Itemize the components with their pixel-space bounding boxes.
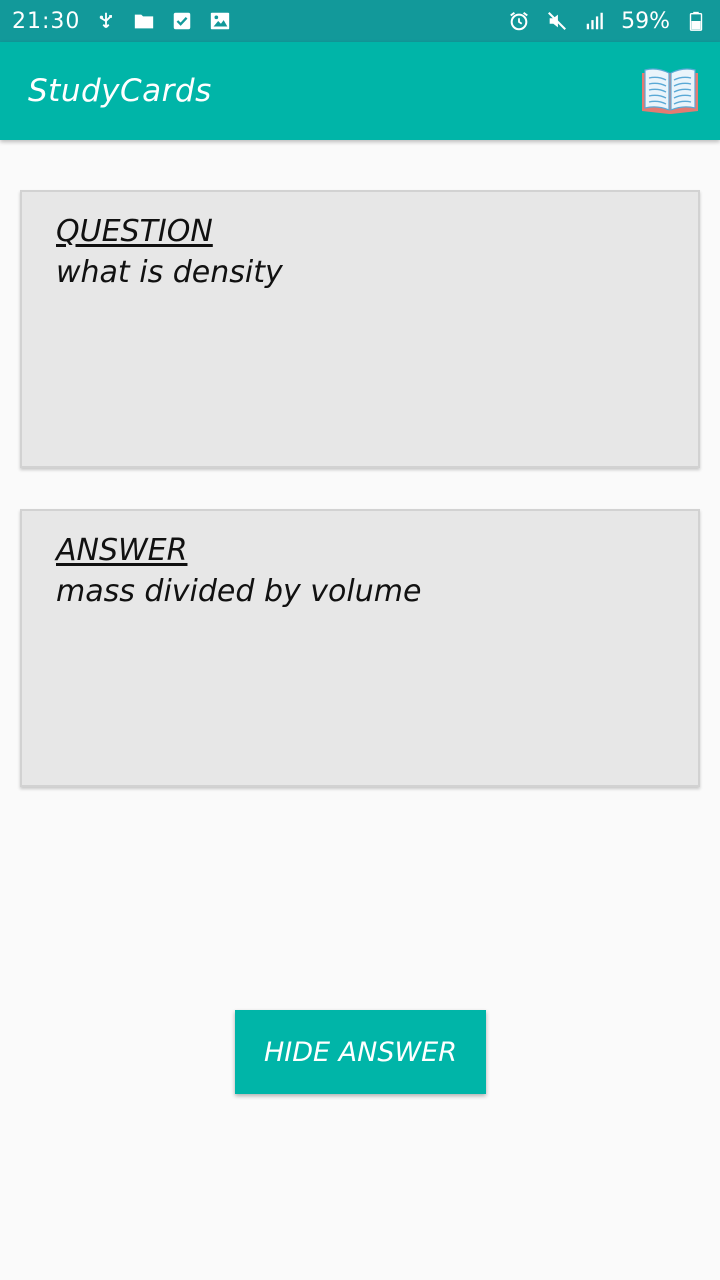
battery-percent: 59% xyxy=(621,8,670,34)
question-heading: QUESTION xyxy=(56,214,213,249)
checkbox-icon xyxy=(170,9,194,33)
alarm-icon xyxy=(507,9,531,33)
hide-answer-button[interactable]: HIDE ANSWER xyxy=(235,1010,486,1094)
mute-icon xyxy=(545,9,569,33)
app-bar: StudyCards xyxy=(0,42,720,140)
answer-heading: ANSWER xyxy=(56,533,188,568)
status-right: 59% xyxy=(507,9,708,34)
battery-icon xyxy=(684,9,708,33)
status-time: 21:30 xyxy=(12,8,81,34)
app-title: StudyCards xyxy=(28,73,212,109)
image-icon xyxy=(208,9,232,33)
question-card: QUESTION what is density xyxy=(20,190,700,468)
book-icon[interactable] xyxy=(640,65,700,117)
question-text: what is density xyxy=(56,255,283,290)
answer-card: ANSWER mass divided by volume xyxy=(20,509,700,787)
folder-icon xyxy=(132,9,156,33)
usb-icon xyxy=(94,9,118,33)
answer-text: mass divided by volume xyxy=(56,574,422,609)
signal-icon xyxy=(583,9,607,33)
status-left: 21:30 xyxy=(12,9,232,34)
status-bar: 21:30 59% xyxy=(0,0,720,42)
